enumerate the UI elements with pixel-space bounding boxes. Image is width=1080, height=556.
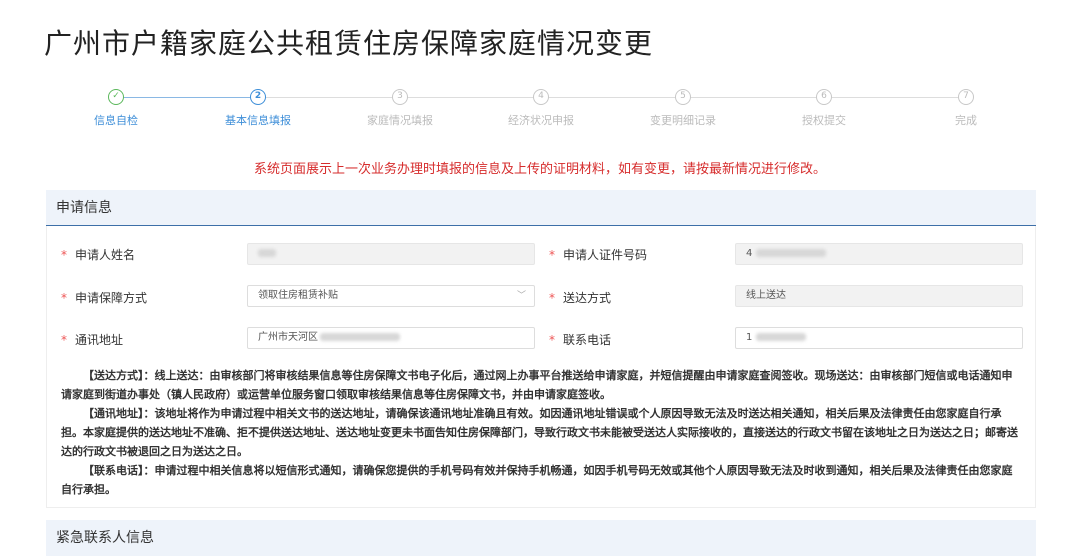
step-family-info: 3 家庭情况填报: [340, 86, 460, 128]
notice-message: 系统页面展示上一次业务办理时填报的信息及上传的证明材料，如有变更，请按最新情况进…: [253, 162, 826, 177]
delivery-method-note: 【送达方式】：线上送达：由审核部门将审核结果信息等住房保障文书电子化后，通过网上…: [61, 369, 1013, 401]
required-mark: *: [549, 333, 555, 347]
required-mark: *: [549, 248, 555, 262]
step-connector: [824, 97, 966, 98]
phone-note: 【联系电话】：申请过程中相关信息将以短信形式通知，请确保您提供的手机号码有效并保…: [61, 464, 1013, 496]
applicant-name-label: * 申请人姓名: [61, 246, 135, 263]
redacted-value: [756, 333, 807, 341]
field-value: 线上送达: [746, 290, 786, 301]
step-economic-info: 4 经济状况申报: [481, 86, 601, 128]
step-number: 7: [958, 89, 974, 105]
address-input[interactable]: 广州市天河区: [247, 327, 535, 349]
phone-input[interactable]: 1: [735, 327, 1023, 349]
step-label: 基本信息填报: [225, 114, 291, 127]
step-label: 授权提交: [802, 114, 846, 127]
step-number: 6: [816, 89, 832, 105]
step-change-record: 5 变更明细记录: [623, 86, 743, 128]
step-number: 2: [250, 89, 266, 105]
step-connector: [258, 97, 400, 98]
required-mark: *: [61, 248, 67, 262]
progress-steps: ✓ 信息自检 2 基本信息填报 3 家庭情况填报 4 经济状况申报 5 变更明细…: [46, 86, 1036, 136]
label-text: 通讯地址: [75, 333, 124, 347]
guarantee-method-label: * 申请保障方式: [61, 289, 147, 306]
delivery-method-label: * 送达方式: [549, 289, 611, 306]
step-connector: [400, 97, 541, 98]
required-mark: *: [549, 291, 555, 305]
application-info-panel: * 申请人姓名 * 申请人证件号码 4 * 申请保障方式 领取住房租赁补贴 ﹀ * 送达…: [46, 226, 1036, 508]
address-note: 【通讯地址】：该地址将作为申请过程中相关文书的送达地址，请确保该通讯地址准确且有…: [61, 407, 1018, 458]
label-text: 联系电话: [563, 333, 612, 347]
section-header-emergency-contact: 紧急联系人信息: [46, 520, 1036, 556]
step-connector: [116, 97, 258, 98]
chevron-down-icon: ﹀: [516, 291, 526, 301]
step-connector: [541, 97, 683, 98]
check-icon: ✓: [108, 89, 124, 105]
field-instructions: 【送达方式】：线上送达：由审核部门将审核结果信息等住房保障文书电子化后，通过网上…: [61, 366, 1023, 499]
page-title: 广州市户籍家庭公共租赁住房保障家庭情况变更: [44, 27, 654, 60]
step-number: 4: [533, 89, 549, 105]
address-label: * 通讯地址: [61, 331, 123, 348]
id-value: 4: [746, 248, 753, 259]
delivery-method-field: 线上送达: [735, 285, 1023, 307]
step-complete: 7 完成: [906, 86, 1026, 128]
redacted-value: [320, 333, 400, 341]
label-text: 申请人证件号码: [563, 248, 648, 262]
phone-label: * 联系电话: [549, 331, 611, 348]
required-mark: *: [61, 291, 67, 305]
applicant-name-field: [247, 243, 535, 265]
step-basic-info[interactable]: 2 基本信息填报: [198, 86, 318, 128]
applicant-id-field: 4: [735, 243, 1023, 265]
redacted-value: [756, 249, 827, 257]
step-connector: [683, 97, 824, 98]
step-label: 家庭情况填报: [367, 114, 433, 127]
step-info-check[interactable]: ✓ 信息自检: [56, 86, 176, 128]
applicant-id-label: * 申请人证件号码: [549, 246, 647, 263]
step-label: 信息自检: [94, 114, 138, 127]
select-value: 领取住房租赁补贴: [258, 290, 338, 301]
required-mark: *: [61, 333, 67, 347]
step-number: 5: [675, 89, 691, 105]
field-value: 广州市天河区: [258, 332, 318, 343]
step-label: 经济状况申报: [508, 114, 574, 127]
section-header-application-info: 申请信息: [46, 190, 1036, 226]
field-value: 1: [746, 332, 753, 343]
guarantee-method-select[interactable]: 领取住房租赁补贴 ﹀: [247, 285, 535, 307]
step-number: 3: [392, 89, 408, 105]
redacted-value: [258, 249, 276, 257]
step-authorize-submit: 6 授权提交: [764, 86, 884, 128]
label-text: 申请人姓名: [75, 248, 136, 262]
step-label: 变更明细记录: [650, 114, 716, 127]
label-text: 送达方式: [563, 291, 612, 305]
step-label: 完成: [955, 114, 977, 127]
label-text: 申请保障方式: [75, 291, 148, 305]
